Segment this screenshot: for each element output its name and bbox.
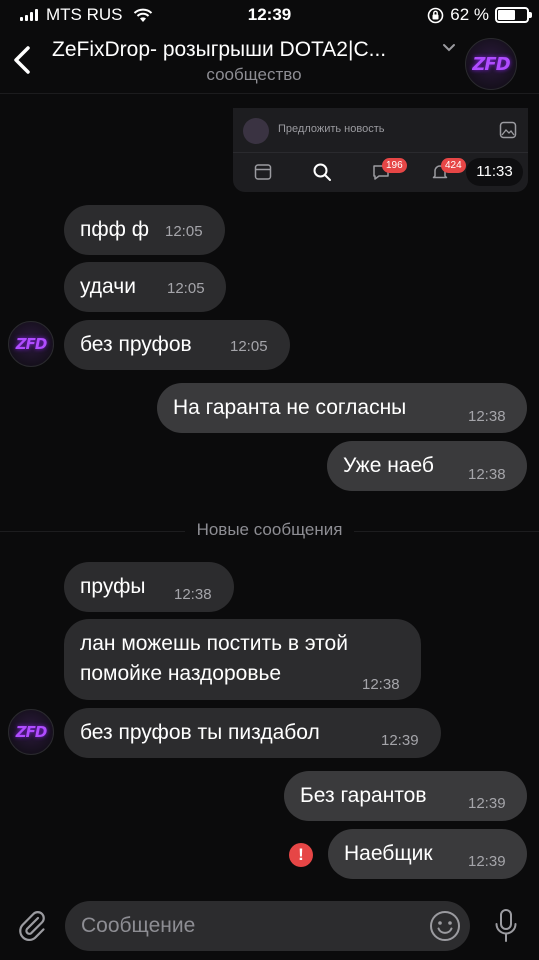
message-time: 12:38 [468,466,506,483]
image-icon [499,121,517,139]
message-time: 12:05 [167,280,205,297]
message-bubble-outgoing[interactable]: Без гарантов 12:39 [284,771,527,821]
paperclip-icon[interactable] [16,908,48,942]
message-time: 12:38 [468,408,506,425]
attachment-divider [233,152,528,153]
status-right: 62 % [427,5,532,25]
chat-header: ZeFixDrop- розыгрыши DOTA2|С... сообщест… [0,32,539,94]
message-bubble[interactable]: пфф ф 12:05 [64,205,225,255]
message-bubble[interactable]: без пруфов ты пиздабол 12:39 [64,708,441,758]
message-bubble-outgoing[interactable]: Наебщик 12:39 [328,829,527,879]
message-input-placeholder: Сообщение [81,914,196,937]
message-time: 12:39 [468,853,506,870]
rotation-lock-icon [427,7,444,23]
messages-badge: 196 [382,158,407,173]
message-text: удачи [80,275,136,298]
error-icon[interactable]: ! [289,843,313,867]
message-time: 12:05 [165,223,203,240]
chevron-down-icon[interactable] [441,40,457,56]
message-time: 12:05 [230,338,268,355]
notifications-badge: 424 [441,158,466,173]
message-bubble[interactable]: пруфы 12:38 [64,562,234,612]
attachment-time: 11:33 [466,158,523,186]
screenshot-attachment[interactable]: Предложить новость 196 424 11:33 [233,100,528,192]
message-text: пфф ф [80,218,150,241]
search-icon [313,163,331,181]
avatar-logo: ZFD [15,335,48,353]
emoji-icon[interactable] [428,909,462,943]
message-time: 12:39 [468,795,506,812]
community-avatar[interactable]: ZFD [465,38,517,90]
message-text: пруфы [80,575,146,598]
attachment-avatar [243,118,269,144]
message-text: без пруфов [80,333,192,356]
message-bubble-outgoing[interactable]: На гаранта не согласны 12:38 [157,383,527,433]
message-composer: Сообщение [0,890,539,960]
message-bubble[interactable]: без пруфов 12:05 [64,320,290,370]
status-bar: MTS RUS 12:39 62 % [0,0,539,32]
microphone-icon[interactable] [492,907,520,945]
avatar-logo: ZFD [15,723,48,741]
chat-title[interactable]: ZeFixDrop- розыгрыши DOTA2|С... [52,38,437,62]
message-bubble[interactable]: удачи 12:05 [64,262,226,312]
message-text: На гаранта не согласны [173,396,407,419]
message-text: Наебщик [344,842,433,865]
message-time: 12:38 [362,676,400,693]
message-bubble-outgoing[interactable]: Уже наеб 12:38 [327,441,527,491]
message-text: без пруфов ты пиздабол [80,721,320,744]
message-text: Уже наеб [343,454,434,477]
message-time: 12:39 [381,732,419,749]
avatar-logo: ZFD [472,53,510,75]
suggest-news-label: Предложить новость [278,123,385,135]
message-text-line: лан можешь постить в этой [80,632,348,655]
new-messages-text: Новые сообщения [184,520,355,539]
message-input[interactable]: Сообщение [65,901,470,951]
battery-icon [495,7,532,23]
calendar-icon [254,164,272,180]
new-messages-label: Новые сообщения [0,520,539,540]
message-bubble[interactable]: лан можешь постить в этой помойке наздор… [64,619,421,700]
battery-percent: 62 % [450,5,489,24]
chat-subtitle: сообщество [206,65,302,84]
attachment-top-strip [233,100,528,108]
sender-avatar[interactable]: ZFD [8,321,54,367]
sender-avatar[interactable]: ZFD [8,709,54,755]
message-text: Без гарантов [300,784,427,807]
message-time: 12:38 [174,586,212,603]
